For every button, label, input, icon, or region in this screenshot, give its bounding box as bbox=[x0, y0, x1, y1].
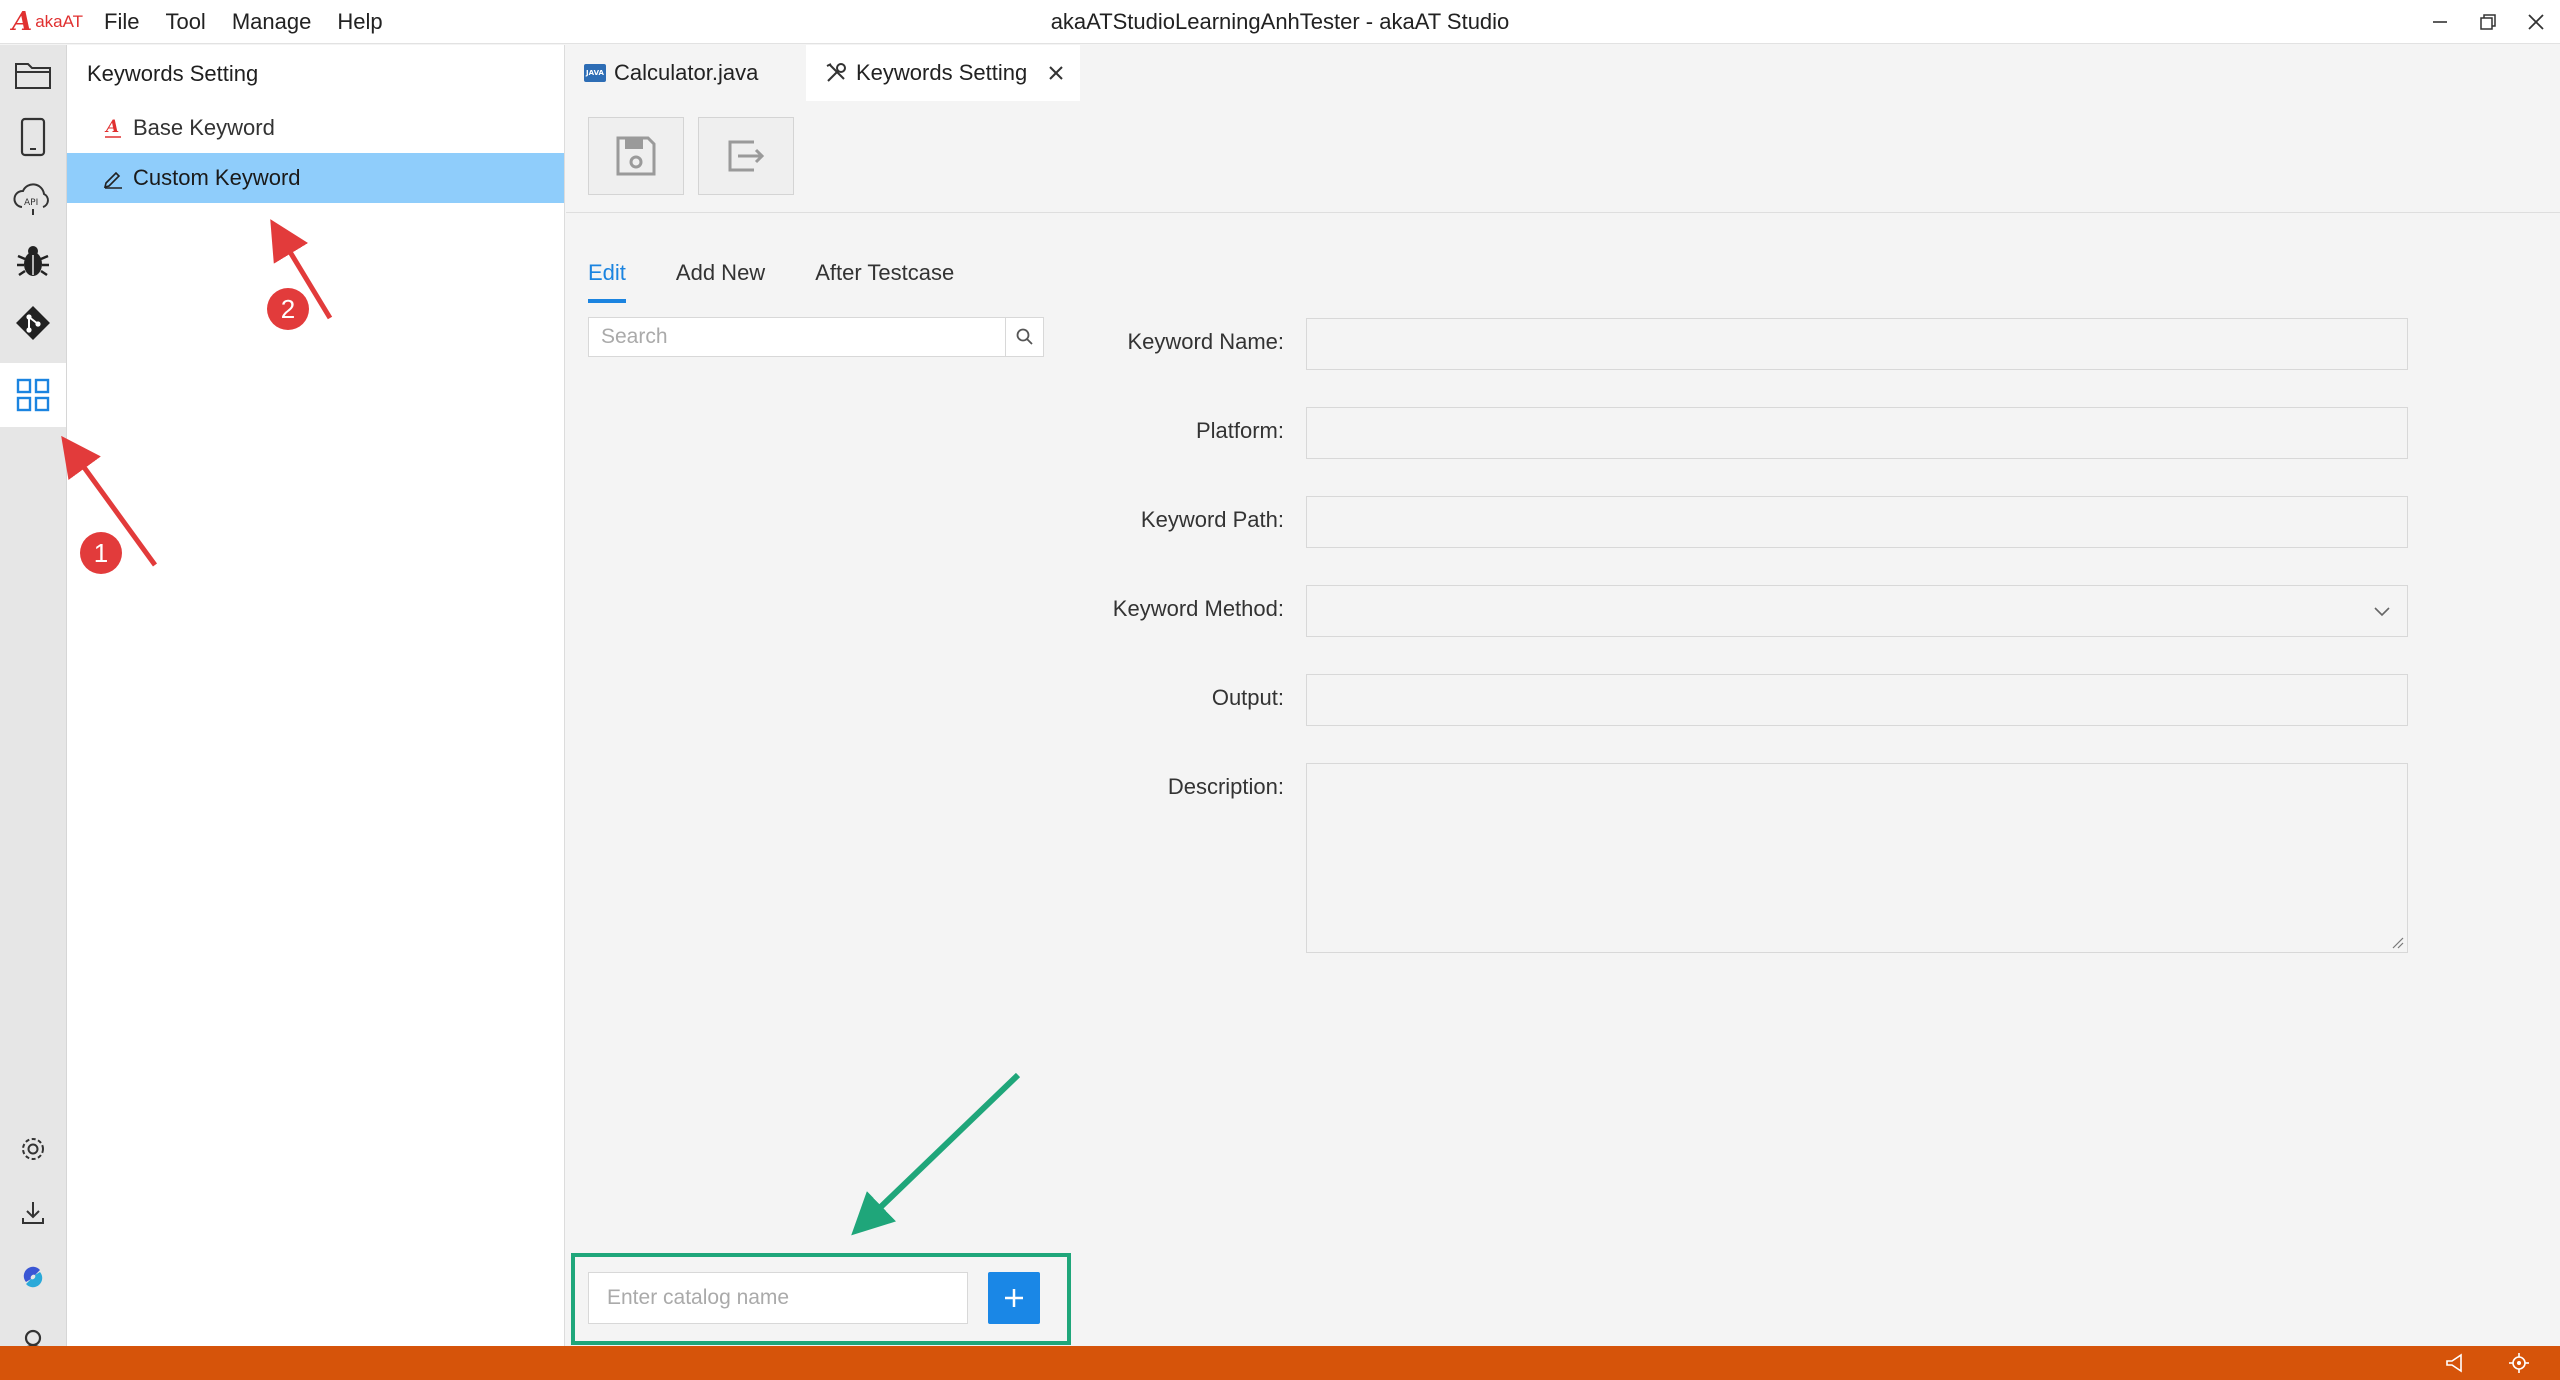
description-label: Description: bbox=[1167, 774, 1284, 799]
mobile-button[interactable] bbox=[0, 107, 66, 167]
restore-button[interactable] bbox=[2464, 0, 2512, 44]
app-logo-text: akaAT bbox=[35, 12, 84, 31]
download-button[interactable] bbox=[0, 1183, 66, 1243]
editor-toolbar bbox=[566, 101, 2560, 213]
explorer-button[interactable] bbox=[0, 45, 66, 105]
tab-keywords-setting[interactable]: Keywords Setting bbox=[806, 45, 1080, 101]
tree-item-label: Base Keyword bbox=[133, 115, 275, 140]
keyword-name-field[interactable] bbox=[1306, 318, 2408, 370]
export-icon bbox=[728, 140, 765, 172]
menu-tool[interactable]: Tool bbox=[165, 9, 205, 35]
output-field[interactable] bbox=[1306, 674, 2408, 726]
save-icon bbox=[616, 136, 656, 176]
tree-item-label: Custom Keyword bbox=[133, 165, 301, 190]
catalog-input-wrap bbox=[588, 1272, 968, 1324]
output-input[interactable] bbox=[1307, 675, 2407, 725]
keyword-name-input[interactable] bbox=[1307, 319, 2407, 369]
feedback-icon[interactable] bbox=[2508, 1352, 2530, 1374]
platform-field[interactable] bbox=[1306, 407, 2408, 459]
keyword-path-input[interactable] bbox=[1307, 497, 2407, 547]
chevron-down-icon bbox=[2374, 607, 2390, 617]
tab-calculator-java[interactable]: JAVA Calculator.java bbox=[566, 45, 806, 101]
api-icon: API bbox=[13, 183, 49, 215]
search-input[interactable] bbox=[589, 318, 1005, 356]
sub-tabs: Edit Add New After Testcase bbox=[588, 243, 1004, 303]
close-icon bbox=[2528, 14, 2544, 30]
keyword-path-field[interactable] bbox=[1306, 496, 2408, 548]
keyword-path-label: Keyword Path: bbox=[1140, 507, 1284, 532]
description-field[interactable] bbox=[1306, 763, 2408, 953]
akaat-logo-icon: A bbox=[101, 116, 125, 140]
output-label: Output: bbox=[1211, 685, 1284, 710]
keyword-name-label: Keyword Name: bbox=[1127, 329, 1284, 354]
api-button[interactable]: API bbox=[0, 169, 66, 229]
tab-add-new[interactable]: Add New bbox=[676, 243, 765, 303]
keyword-method-select[interactable] bbox=[1306, 585, 2408, 637]
mobile-icon bbox=[20, 117, 46, 157]
plus-icon bbox=[1005, 1289, 1023, 1307]
tab-close-button[interactable] bbox=[1045, 62, 1067, 84]
debug-button[interactable] bbox=[0, 231, 66, 291]
platform-input[interactable] bbox=[1307, 408, 2407, 458]
app-logo: A akaAT bbox=[12, 8, 83, 36]
svg-text:API: API bbox=[24, 198, 38, 208]
search-box bbox=[588, 317, 1044, 357]
title-bar: A akaAT File Tool Manage Help akaATStudi… bbox=[0, 0, 2560, 44]
git-button[interactable] bbox=[0, 293, 66, 353]
explorer-icon bbox=[15, 63, 51, 89]
restore-icon bbox=[2480, 14, 2496, 30]
wrench-icon bbox=[824, 61, 848, 85]
catalog-bar bbox=[566, 1250, 2560, 1346]
tree-item-base-keyword[interactable]: A Base Keyword bbox=[67, 103, 564, 153]
pencil-icon bbox=[101, 166, 125, 190]
keyword-method-label: Keyword Method: bbox=[1112, 596, 1284, 621]
menu-help[interactable]: Help bbox=[337, 9, 382, 35]
close-icon bbox=[1049, 66, 1063, 80]
panel-title: Keywords Setting bbox=[87, 61, 259, 86]
annotation-marker-1: 1 bbox=[80, 532, 122, 574]
minimize-icon bbox=[2433, 21, 2447, 23]
git-icon bbox=[16, 306, 50, 340]
tab-edit[interactable]: Edit bbox=[588, 243, 626, 303]
bug-icon bbox=[17, 246, 49, 277]
editor-area: JAVA Calculator.java Keywords Setting Ed… bbox=[566, 45, 2560, 1346]
annotation-marker-2: 2 bbox=[267, 288, 309, 330]
save-button[interactable] bbox=[588, 117, 684, 195]
keywords-button[interactable] bbox=[0, 363, 66, 427]
keywords-setting-panel: Keywords Setting A Base Keyword Custom K… bbox=[67, 45, 565, 1346]
download-icon bbox=[22, 1202, 44, 1224]
platform-label: Platform: bbox=[1195, 418, 1284, 443]
minimize-button[interactable] bbox=[2416, 0, 2464, 44]
tab-label: Keywords Setting bbox=[856, 60, 1028, 85]
window-controls bbox=[2416, 0, 2560, 44]
description-textarea[interactable] bbox=[1307, 764, 2407, 952]
notification-icon[interactable] bbox=[2444, 1352, 2466, 1374]
tab-after-testcase[interactable]: After Testcase bbox=[815, 243, 954, 303]
tree-item-custom-keyword[interactable]: Custom Keyword bbox=[67, 153, 564, 203]
plugin-button[interactable] bbox=[0, 1247, 66, 1307]
settings-icon bbox=[22, 1138, 44, 1160]
menu-manage[interactable]: Manage bbox=[232, 9, 312, 35]
settings-button[interactable] bbox=[0, 1119, 66, 1179]
catalog-name-input[interactable] bbox=[589, 1273, 967, 1323]
export-button[interactable] bbox=[698, 117, 794, 195]
close-window-button[interactable] bbox=[2512, 0, 2560, 44]
activity-bar: API bbox=[0, 45, 67, 1358]
plugin-icon bbox=[23, 1266, 43, 1288]
resize-grip-icon[interactable] bbox=[2390, 935, 2404, 949]
editor-tab-bar: JAVA Calculator.java Keywords Setting bbox=[566, 45, 2560, 101]
keywords-grid-icon bbox=[16, 378, 50, 412]
menu-file[interactable]: File bbox=[104, 9, 139, 35]
status-bar bbox=[0, 1346, 2560, 1380]
akaat-logo-icon: A bbox=[12, 7, 33, 37]
menu-bar: File Tool Manage Help bbox=[104, 0, 409, 44]
svg-text:A: A bbox=[104, 117, 119, 137]
add-catalog-button[interactable] bbox=[988, 1272, 1040, 1324]
java-file-icon: JAVA bbox=[584, 64, 606, 82]
tab-label: Calculator.java bbox=[614, 60, 759, 85]
